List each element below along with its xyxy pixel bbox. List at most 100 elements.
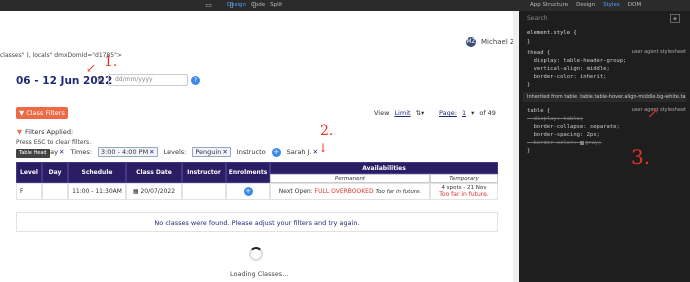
- table-rule-close: }: [527, 148, 531, 154]
- th-permanent: Permanent: [270, 174, 430, 183]
- add-rule-icon[interactable]: +: [670, 14, 680, 23]
- page-total: of 49: [479, 109, 496, 117]
- styles-panel: Search + element.style { } thead { displ…: [519, 11, 690, 282]
- th-class-date[interactable]: Class Date: [126, 162, 182, 183]
- top-toolbar: ▭ ▯ ▯ Design Code Split App Structure De…: [0, 0, 690, 11]
- help-icon[interactable]: ?: [191, 76, 200, 85]
- esc-hint: Press ESC to clear filters.: [16, 139, 92, 146]
- th-day[interactable]: Day: [42, 162, 68, 183]
- th-instructor[interactable]: Instructor: [182, 162, 226, 183]
- tab-app-structure[interactable]: App Structure: [530, 2, 568, 8]
- instructor-chip: Sarah J.✕: [287, 148, 318, 156]
- desktop-icon[interactable]: ▭: [204, 1, 213, 9]
- class-date-value: 20/07/2022: [140, 188, 176, 195]
- page-select[interactable]: 1: [462, 109, 466, 117]
- cell-schedule: 11:00 - 11:30AM: [68, 183, 126, 200]
- add-instructor-icon[interactable]: +: [271, 147, 281, 157]
- filters-applied-label: Filters Applied:: [25, 128, 74, 136]
- cell-enrolments: +: [226, 183, 270, 200]
- tab-styles[interactable]: Styles: [603, 2, 620, 8]
- table-body: F 11:00 - 11:30AM ▦ 20/07/2022 + Next Op…: [16, 183, 498, 200]
- annotation-1: 1.: [104, 54, 118, 70]
- limit-dropdown[interactable]: Limit: [394, 109, 410, 117]
- times-chip: 3:00 - 4:00 PM✕: [97, 147, 158, 157]
- classes-table: Level Day Schedule Class Date Instructor…: [16, 162, 498, 200]
- tab-design-panel[interactable]: Design: [576, 2, 595, 8]
- tab-dom[interactable]: DOM: [628, 2, 641, 8]
- thead-rule: thead { display: table-header-group; ver…: [527, 50, 627, 88]
- table-row[interactable]: F 11:00 - 11:30AM ▦ 20/07/2022 + Next Op…: [16, 183, 498, 200]
- times-value: 3:00 - 4:00 PM: [100, 148, 149, 156]
- pagination: Page: 1 ▾ of 49: [439, 109, 496, 117]
- element-style-selector: element.style {: [527, 30, 577, 36]
- class-filters-button[interactable]: ▼ Class Filters: [16, 107, 68, 119]
- times-label: Times:: [70, 148, 92, 156]
- border-color-value: gray;: [584, 140, 602, 146]
- avatar: MZ: [466, 37, 476, 47]
- tab-code[interactable]: Code: [251, 2, 265, 8]
- tab-design[interactable]: Design: [227, 2, 246, 8]
- cell-day: [42, 183, 68, 200]
- mode-tabs: Design Code Split: [227, 2, 282, 8]
- inherited-from: Inherited from table .table.table-hover.…: [523, 92, 686, 102]
- annotation-arrow-2: ↓: [318, 141, 329, 155]
- page-dropdown-icon[interactable]: ▾: [471, 109, 474, 117]
- ua-source-2: user agent stylesheet: [631, 107, 686, 113]
- remove-levels-icon[interactable]: ✕: [222, 148, 227, 156]
- annotation-arrow-1: ↙: [86, 61, 97, 75]
- user-name: Michael Z.: [481, 38, 518, 46]
- add-enrolment-icon[interactable]: +: [243, 187, 253, 196]
- remove-day-icon[interactable]: ✕: [59, 148, 64, 156]
- th-enrolments[interactable]: Enrolments: [226, 162, 270, 183]
- th-temporary: Temporary: [430, 174, 498, 183]
- page-label: Page:: [439, 109, 457, 117]
- levels-chip: Penguin✕: [192, 147, 231, 157]
- table-rule-start: table {: [527, 108, 551, 114]
- refresh-icon[interactable]: ↻: [97, 76, 105, 86]
- no-classes-message: No classes were found. Please adjust you…: [16, 212, 498, 232]
- user-menu[interactable]: MZ Michael Z.: [466, 37, 517, 47]
- date-input[interactable]: dd/mm/yyyy: [108, 74, 188, 86]
- annotation-2: 2.: [320, 123, 334, 139]
- th-availabilities[interactable]: Availabilities: [270, 162, 498, 174]
- too-far-note: Too far in future.: [375, 189, 422, 195]
- border-color-label: border-color:: [527, 140, 580, 146]
- day-chip-label: day: [46, 148, 58, 156]
- cell-class-date: ▦ 20/07/2022: [126, 183, 182, 200]
- table-head-tooltip: Table Head: [16, 149, 50, 158]
- instructor-value: Sarah J.: [286, 148, 312, 156]
- border-collapse-prop: border-collapse: separate;: [527, 124, 620, 130]
- remove-times-icon[interactable]: ✕: [149, 148, 154, 156]
- annotation-3: 3.: [631, 145, 651, 169]
- levels-label: Levels:: [163, 148, 187, 156]
- styles-search[interactable]: Search: [527, 15, 548, 22]
- temporary-too-far: Too far in future.: [439, 191, 489, 198]
- border-color-struck: border-color: gray;: [527, 139, 602, 147]
- filter-chips: day✕ Times: 3:00 - 4:00 PM✕ Levels: Peng…: [46, 147, 318, 157]
- funnel-icon: ▼: [17, 128, 22, 136]
- th-schedule[interactable]: Schedule: [68, 162, 126, 183]
- levels-value: Penguin: [195, 148, 222, 156]
- sort-icon[interactable]: ⇅▾: [416, 109, 425, 117]
- loading-spinner: [249, 247, 263, 261]
- cell-instructor: [182, 183, 226, 200]
- tab-split[interactable]: Split: [270, 2, 282, 8]
- panel-tabs: App Structure Design Styles DOM: [530, 2, 641, 8]
- next-open-label: Next Open:: [278, 188, 313, 195]
- view-limit: View Limit ⇅▾: [374, 109, 424, 117]
- gray-swatch: [579, 140, 584, 145]
- annotation-arrow-3: ↗: [647, 106, 659, 122]
- display-table-struck: display: table;: [527, 116, 584, 122]
- th-level[interactable]: Level: [16, 162, 42, 183]
- status-badge: FULL OVERBOOKED: [314, 188, 374, 195]
- border-spacing-prop: border-spacing: 2px;: [527, 132, 600, 138]
- cell-temporary: 4 spots - 21 Nov Too far in future.: [430, 183, 498, 200]
- ua-source-1: user agent stylesheet: [631, 49, 686, 55]
- design-canvas: classes" ), locals" dmxDomId="d1785"> MZ…: [0, 11, 519, 282]
- cell-permanent: Next Open: FULL OVERBOOKED Too far in fu…: [270, 183, 430, 200]
- table-head: Level Day Schedule Class Date Instructor…: [16, 162, 498, 183]
- instructor-label: Instructo: [236, 148, 266, 156]
- element-style-close: }: [527, 39, 531, 45]
- class-filters-label: Class Filters: [26, 109, 65, 117]
- cell-level: F: [16, 183, 42, 200]
